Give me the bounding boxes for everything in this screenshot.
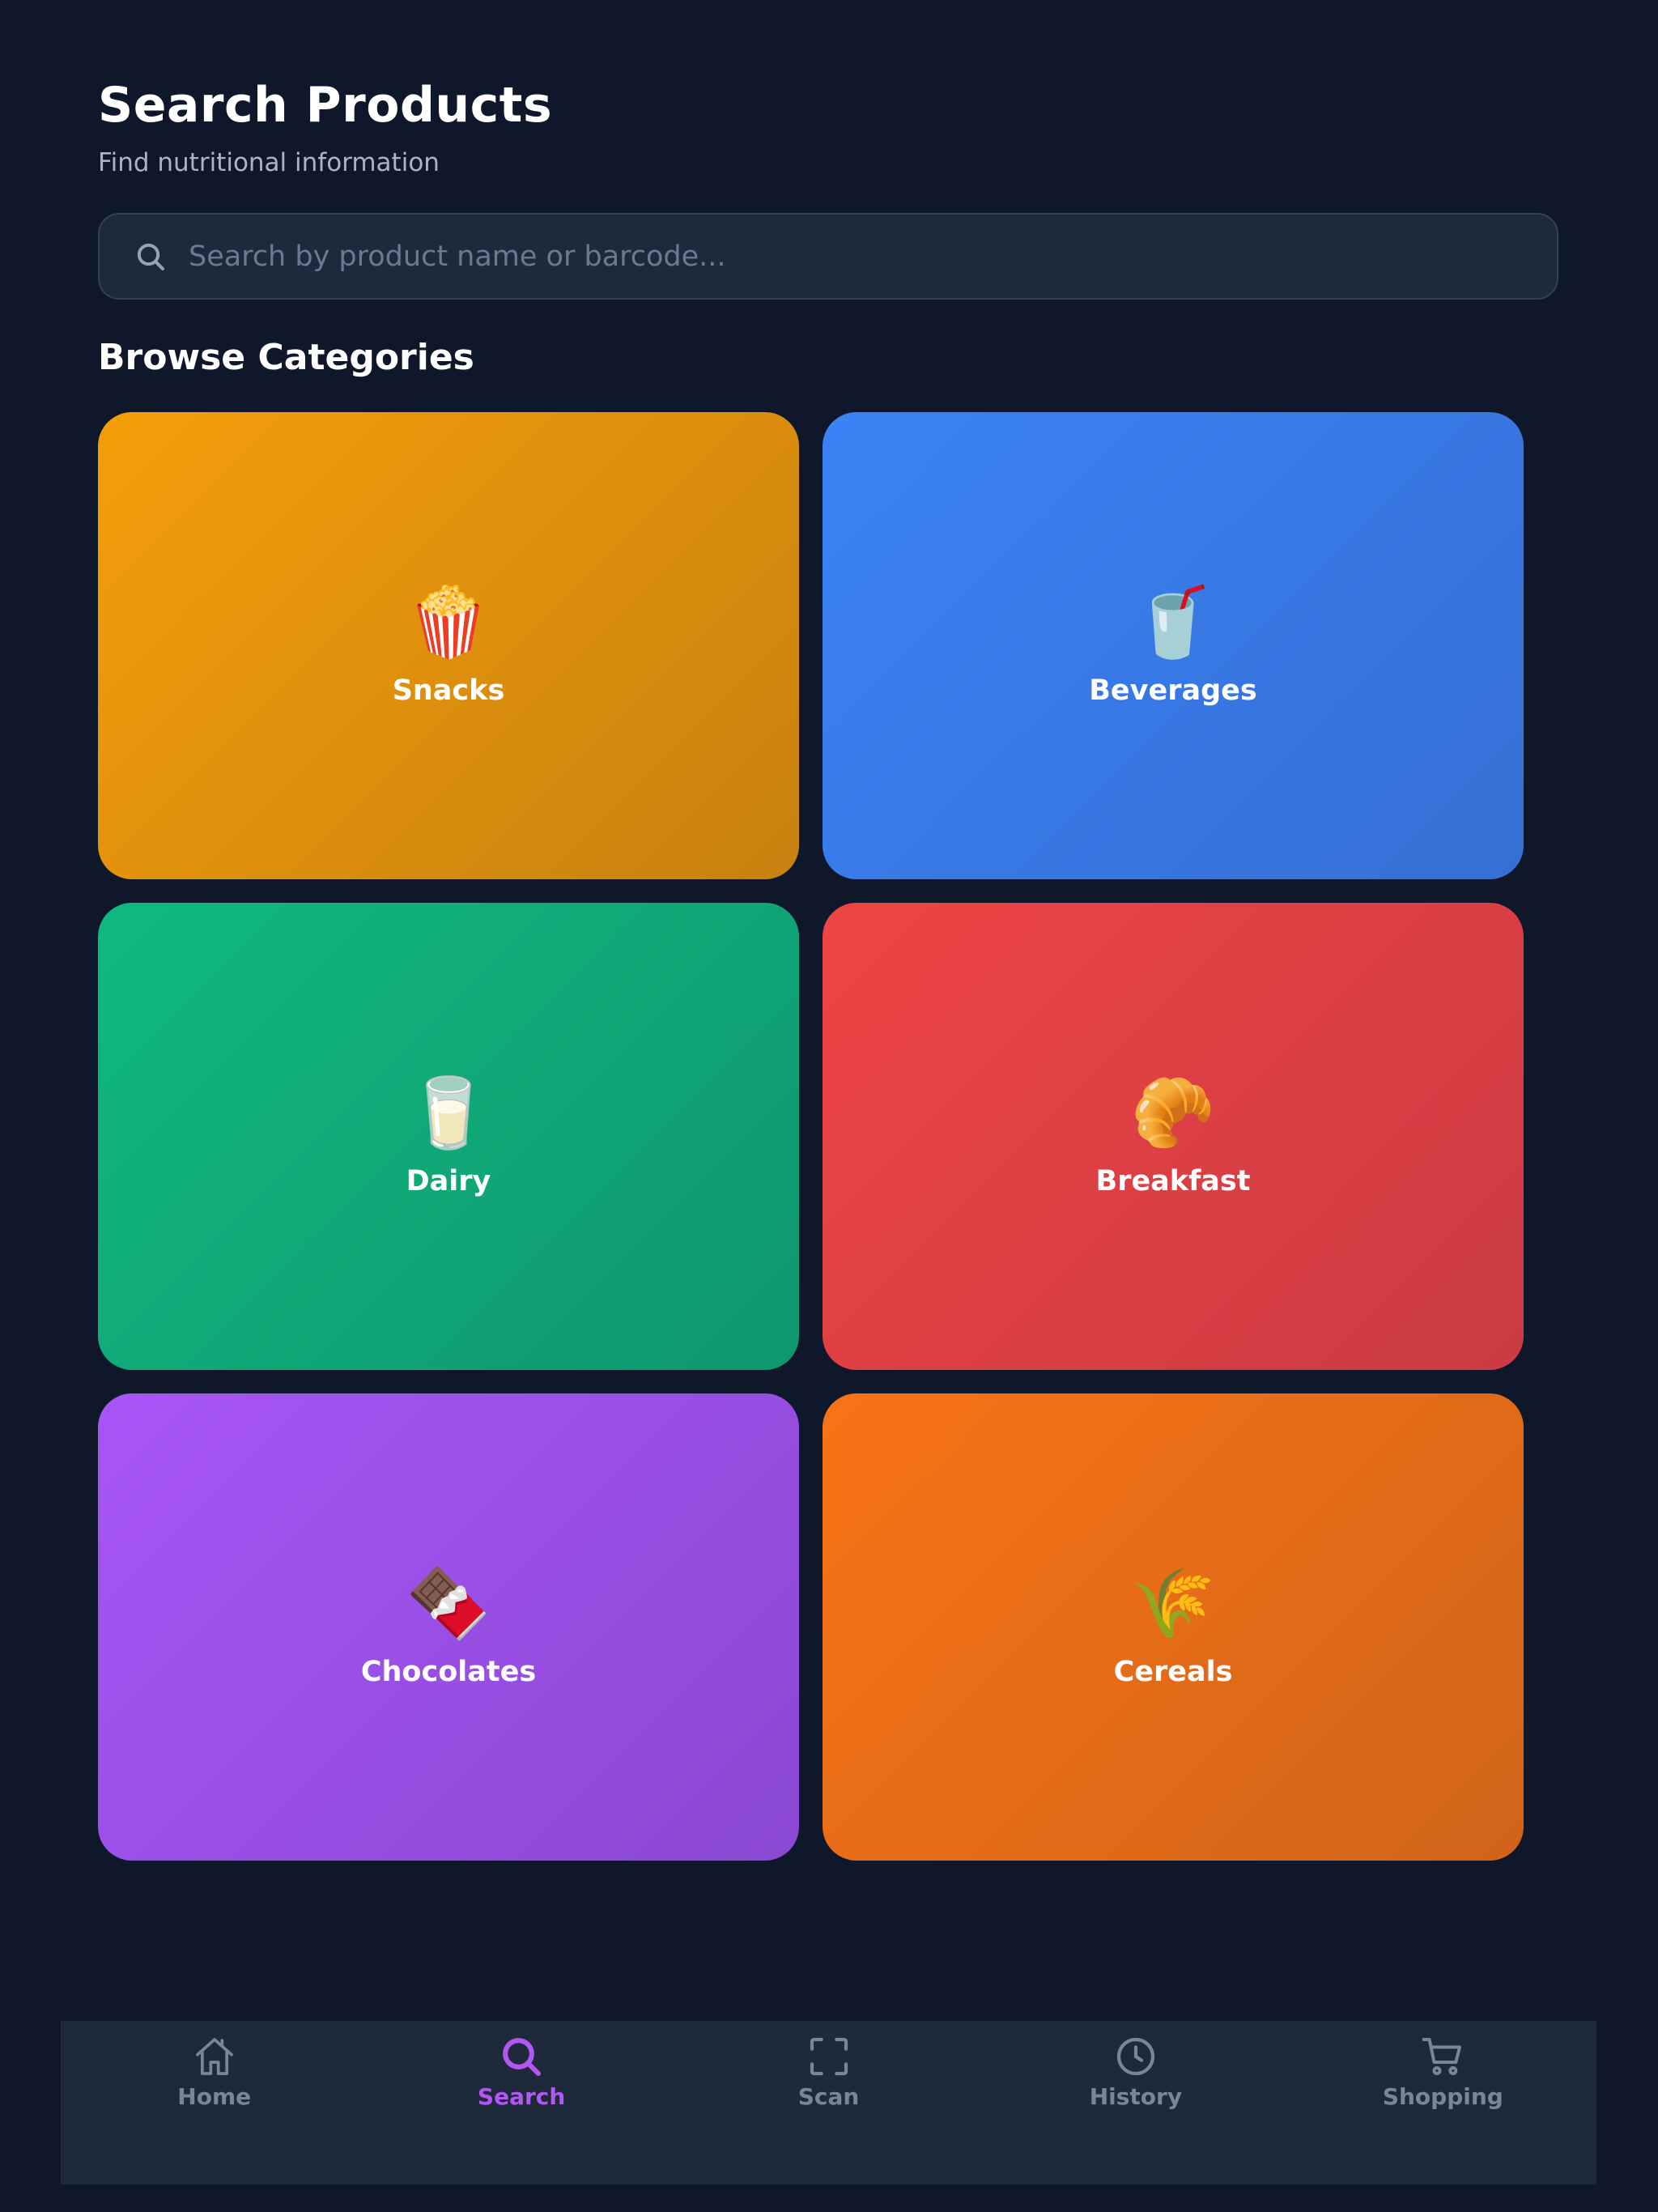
category-card-chocolates[interactable]: 🍫 Chocolates [98,1393,799,1861]
popcorn-icon: 🍿 [406,581,491,661]
category-card-snacks[interactable]: 🍿 Snacks [98,412,799,879]
sheaf-of-rice-icon: 🌾 [1130,1563,1216,1643]
page-subtitle: Find nutritional information [98,148,440,177]
search-icon [499,2034,544,2079]
nav-label: Home [177,2083,252,2110]
search-bar[interactable] [98,213,1558,300]
nav-label: Search [477,2083,566,2110]
glass-of-milk-icon: 🥛 [406,1072,491,1152]
clock-icon [1113,2034,1158,2079]
home-icon [192,2034,237,2079]
section-title-browse-categories: Browse Categories [98,337,474,378]
page-title: Search Products [98,77,553,134]
chocolate-bar-icon: 🍫 [406,1563,491,1643]
nav-item-search[interactable]: Search [368,2021,674,2184]
nav-item-scan[interactable]: Scan [675,2021,982,2184]
category-label: Snacks [392,674,505,707]
search-input[interactable] [187,214,1533,299]
category-label: Cereals [1113,1655,1233,1688]
category-grid: 🍿 Snacks 🥤 Beverages 🥛 Dairy 🥐 Breakfast… [98,412,1524,1861]
cart-icon [1420,2034,1465,2079]
nav-label: History [1089,2083,1183,2110]
scan-icon [806,2034,852,2079]
category-label: Dairy [406,1164,491,1197]
nav-item-home[interactable]: Home [61,2021,368,2184]
nav-label: Scan [797,2083,860,2110]
category-label: Chocolates [360,1655,537,1688]
croissant-icon: 🥐 [1130,1072,1216,1152]
category-card-dairy[interactable]: 🥛 Dairy [98,903,799,1370]
cup-with-straw-icon: 🥤 [1130,581,1216,661]
search-icon [132,238,169,275]
category-label: Breakfast [1095,1164,1251,1197]
nav-item-shopping[interactable]: Shopping [1290,2021,1596,2184]
category-label: Beverages [1089,674,1257,707]
category-card-beverages[interactable]: 🥤 Beverages [823,412,1524,879]
category-card-cereals[interactable]: 🌾 Cereals [823,1393,1524,1861]
bottom-nav: Home Search Scan History Shopping [61,2021,1596,2184]
nav-item-history[interactable]: History [982,2021,1289,2184]
category-card-breakfast[interactable]: 🥐 Breakfast [823,903,1524,1370]
nav-label: Shopping [1382,2083,1503,2110]
page-header: Search Products Find nutritional informa… [98,73,552,181]
